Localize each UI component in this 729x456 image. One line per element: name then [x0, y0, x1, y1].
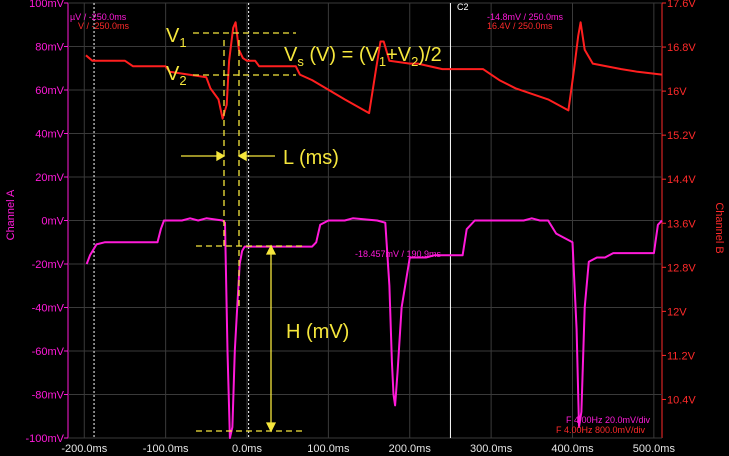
cursor-readout-b-left: V / -250.0ms — [78, 21, 130, 31]
tick-label-a: -20mV — [32, 259, 65, 271]
tick-label-a: 40mV — [35, 129, 64, 141]
tick-label-b: 11.2V — [667, 350, 696, 362]
tick-label-b: 12V — [667, 306, 687, 318]
tick-label-b: 16.8V — [667, 42, 696, 54]
tick-label-a: 60mV — [35, 85, 64, 97]
formula-label: Vs (V) = (V1+V2)/2 — [284, 44, 442, 69]
tick-label-x: 300.0ms — [470, 443, 513, 455]
tick-label-a: -80mV — [32, 390, 65, 402]
tick-label-x: 500.0ms — [633, 443, 676, 455]
y-axis-label-a: Channel A — [5, 189, 17, 240]
tick-label-b: 16V — [667, 86, 687, 98]
tick-label-a: 20mV — [35, 172, 64, 184]
cursor-c2-label: C2 — [457, 2, 469, 12]
tick-label-x: -200.0ms — [61, 443, 107, 455]
cursor-readout-b-right: 16.4V / 250.0ms — [487, 21, 553, 31]
scale-readout-b: F 4.00Hz 800.0mV/div — [556, 425, 646, 435]
tick-label-b: 12.8V — [667, 262, 696, 274]
tick-label-a: 80mV — [35, 42, 64, 54]
tick-label-x: 200.0ms — [389, 443, 432, 455]
tick-label-a: 100mV — [29, 0, 65, 10]
tick-label-b: 13.6V — [667, 218, 696, 230]
cursor-readout-mid: -18.457mV / 190.9ms — [355, 249, 442, 259]
tick-label-x: 0.0ms — [232, 443, 262, 455]
tick-label-x: 400.0ms — [551, 443, 594, 455]
tick-label-b: 14.4V — [667, 174, 696, 186]
tick-label-a: -100mV — [25, 433, 64, 445]
tick-label-b: 10.4V — [667, 394, 696, 406]
tick-label-a: -40mV — [32, 303, 65, 315]
tick-label-x: -100.0ms — [143, 443, 189, 455]
tick-label-b: 15.2V — [667, 130, 696, 142]
tick-label-a: -60mV — [32, 346, 65, 358]
tick-label-a: 0mV — [41, 216, 64, 228]
scale-readout-a: F 4.00Hz 20.0mV/div — [566, 415, 651, 425]
tick-label-x: 100.0ms — [307, 443, 350, 455]
l-label: L (ms) — [283, 147, 339, 169]
h-label: H (mV) — [286, 321, 349, 343]
y-axis-label-b: Channel B — [713, 202, 725, 253]
tick-label-b: 17.6V — [667, 0, 696, 10]
oscilloscope-chart: 100mV 80mV 60mV 40mV 20mV 0mV -20mV -40mV -60mV -… — [0, 0, 729, 456]
